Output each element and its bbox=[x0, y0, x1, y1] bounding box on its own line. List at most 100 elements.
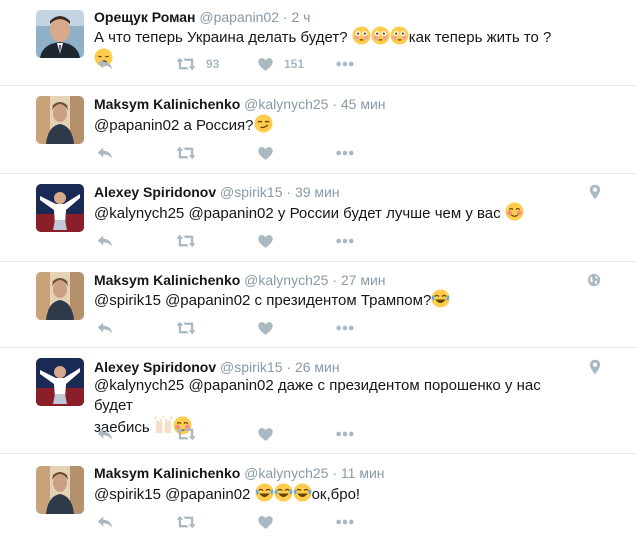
tweet-text: @kalynych25 @papanin02 у России будет лу… bbox=[94, 202, 564, 224]
reply-button[interactable] bbox=[96, 424, 114, 444]
tweet-text: @papanin02 а Россия? bbox=[94, 114, 564, 136]
more-button[interactable] bbox=[335, 318, 355, 338]
retweet-button[interactable] bbox=[176, 512, 196, 532]
tweet-text-part: @spirik15 @papanin02 bbox=[94, 486, 251, 503]
more-icon bbox=[335, 513, 355, 531]
timestamp[interactable]: 45 мин bbox=[341, 96, 386, 112]
reply-button[interactable] bbox=[96, 231, 114, 251]
author-handle[interactable]: @spirik15 bbox=[220, 359, 282, 375]
author-handle[interactable]: @papanin02 bbox=[199, 9, 279, 25]
raised-hands-emoji bbox=[154, 416, 173, 435]
like-count: 151 bbox=[284, 57, 305, 71]
flushed-face-emoji bbox=[371, 26, 390, 45]
retweet-button[interactable] bbox=[176, 424, 196, 444]
timestamp[interactable]: 2 ч bbox=[291, 9, 310, 25]
reply-button[interactable] bbox=[96, 318, 114, 338]
reply-icon bbox=[96, 425, 114, 443]
separator: · bbox=[332, 96, 337, 112]
retweet-button[interactable]: 93 bbox=[176, 54, 219, 74]
more-button[interactable] bbox=[335, 54, 355, 74]
more-icon bbox=[335, 144, 355, 162]
author-name[interactable]: Alexey Spiridonov bbox=[94, 359, 216, 375]
like-button[interactable] bbox=[257, 424, 274, 444]
tweet[interactable]: Maksym Kalinichenko @kalynych25 · 27 мин… bbox=[0, 262, 637, 348]
more-icon bbox=[335, 55, 355, 73]
separator: · bbox=[286, 184, 292, 200]
author-name[interactable]: Орещук Роман bbox=[94, 9, 196, 25]
retweet-button[interactable] bbox=[176, 143, 196, 163]
globe-icon[interactable] bbox=[587, 273, 601, 292]
reply-icon bbox=[96, 513, 114, 531]
tears-of-joy-face-emoji bbox=[274, 483, 293, 502]
like-button[interactable] bbox=[257, 512, 274, 532]
tweet[interactable]: Maksym Kalinichenko @kalynych25 · 45 мин… bbox=[0, 86, 637, 174]
location-pin-icon[interactable] bbox=[589, 184, 601, 205]
heart-icon bbox=[257, 514, 274, 531]
tears-of-joy-face-emoji bbox=[431, 289, 450, 308]
retweet-count: 93 bbox=[206, 57, 220, 71]
like-button[interactable] bbox=[257, 231, 274, 251]
heart-icon bbox=[257, 233, 274, 250]
heart-icon bbox=[257, 145, 274, 162]
reply-button[interactable] bbox=[96, 54, 114, 74]
retweet-icon bbox=[176, 425, 196, 443]
timestamp[interactable]: 26 мин bbox=[295, 359, 340, 375]
author-name[interactable]: Alexey Spiridonov bbox=[94, 184, 216, 200]
tears-of-joy-face-emoji bbox=[255, 483, 274, 502]
tweet-text-part: @kalynych25 @papanin02 у России будет лу… bbox=[94, 205, 501, 222]
more-button[interactable] bbox=[335, 424, 355, 444]
heart-icon bbox=[257, 426, 274, 443]
retweet-button[interactable] bbox=[176, 231, 196, 251]
tweet-text: А что теперь Украина делать будет? как т… bbox=[94, 26, 564, 70]
like-button[interactable]: 151 bbox=[257, 54, 304, 74]
like-button[interactable] bbox=[257, 143, 274, 163]
tweet-text: @spirik15 @papanin02 с президентом Трамп… bbox=[94, 289, 564, 311]
avatar[interactable] bbox=[36, 466, 84, 514]
relieved-blushing-face-emoji bbox=[505, 202, 524, 221]
heart-icon bbox=[257, 56, 274, 73]
tweet[interactable]: Орещук Роман @papanin02 · 2 ч А что тепе… bbox=[0, 0, 637, 86]
tweet-text-part: @papanin02 а Россия? bbox=[94, 117, 254, 134]
timestamp[interactable]: 39 мин bbox=[295, 184, 340, 200]
reply-icon bbox=[96, 144, 114, 162]
timestamp[interactable]: 27 мин bbox=[341, 272, 386, 288]
location-pin-icon[interactable] bbox=[589, 359, 601, 380]
reply-button[interactable] bbox=[96, 143, 114, 163]
more-button[interactable] bbox=[335, 512, 355, 532]
tweet[interactable]: Alexey Spiridonov @spirik15 · 26 мин @ka… bbox=[0, 348, 637, 454]
heart-icon bbox=[257, 320, 274, 337]
like-button[interactable] bbox=[257, 318, 274, 338]
more-button[interactable] bbox=[335, 143, 355, 163]
author-handle[interactable]: @kalynych25 bbox=[244, 272, 328, 288]
separator: · bbox=[332, 465, 337, 481]
more-button[interactable] bbox=[335, 231, 355, 251]
author-handle[interactable]: @kalynych25 bbox=[244, 96, 328, 112]
flushed-face-emoji bbox=[390, 26, 409, 45]
retweet-icon bbox=[176, 55, 196, 73]
separator: · bbox=[332, 272, 337, 288]
reply-button[interactable] bbox=[96, 512, 114, 532]
author-name[interactable]: Maksym Kalinichenko bbox=[94, 96, 240, 112]
separator: · bbox=[286, 359, 292, 375]
tweet-text-part: @spirik15 @papanin02 с президентом Трамп… bbox=[94, 292, 432, 309]
author-name[interactable]: Maksym Kalinichenko bbox=[94, 465, 240, 481]
author-name[interactable]: Maksym Kalinichenko bbox=[94, 272, 240, 288]
avatar[interactable] bbox=[36, 96, 84, 144]
tweet-text: @spirik15 @papanin02 ок,бро! bbox=[94, 483, 564, 505]
tweet-text-part: А что теперь Украина делать будет? bbox=[94, 29, 348, 46]
avatar[interactable] bbox=[36, 358, 84, 406]
smirking-face-emoji bbox=[254, 114, 273, 133]
author-handle[interactable]: @kalynych25 bbox=[244, 465, 328, 481]
avatar[interactable] bbox=[36, 272, 84, 320]
tweet[interactable]: Maksym Kalinichenko @kalynych25 · 11 мин… bbox=[0, 454, 637, 539]
timeline: Орещук Роман @papanin02 · 2 ч А что тепе… bbox=[0, 0, 637, 539]
retweet-icon bbox=[176, 232, 196, 250]
author-handle[interactable]: @spirik15 bbox=[220, 184, 282, 200]
timestamp[interactable]: 11 мин bbox=[341, 465, 385, 481]
avatar[interactable] bbox=[36, 10, 84, 58]
tweet[interactable]: Alexey Spiridonov @spirik15 · 39 мин @ka… bbox=[0, 174, 637, 262]
avatar[interactable] bbox=[36, 184, 84, 232]
retweet-button[interactable] bbox=[176, 318, 196, 338]
more-icon bbox=[335, 425, 355, 443]
reply-icon bbox=[96, 55, 114, 73]
